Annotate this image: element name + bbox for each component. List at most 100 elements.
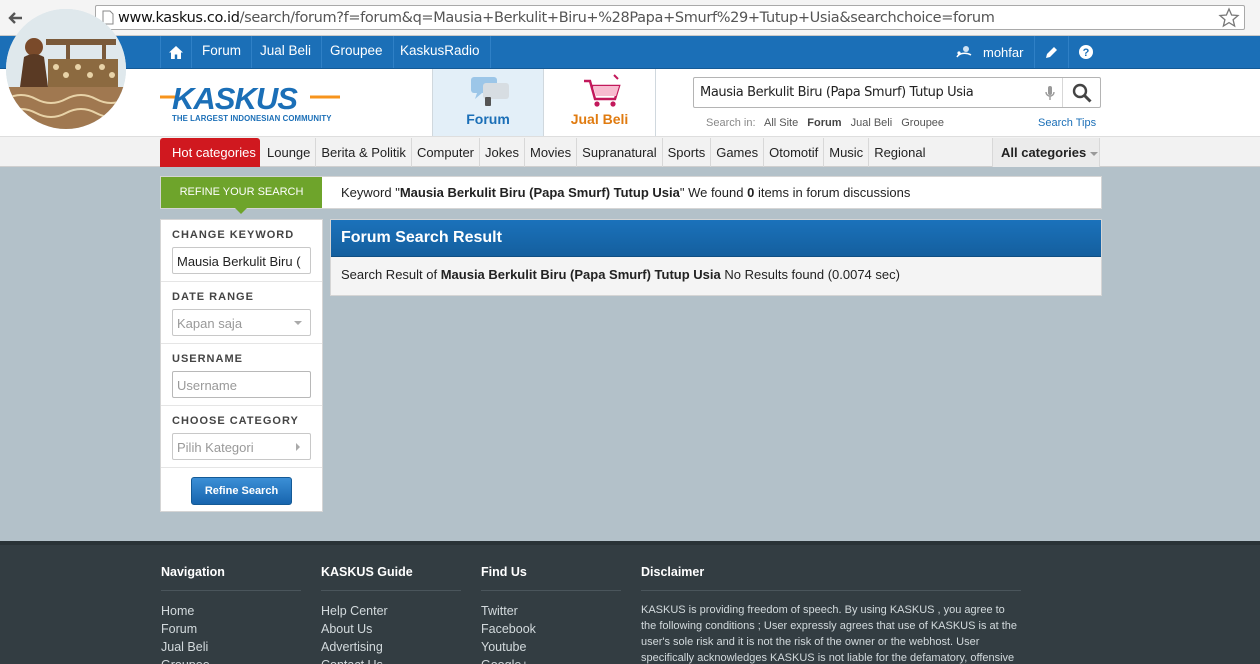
topnav-jual-beli[interactable]: Jual Beli	[250, 36, 323, 68]
batik-mascot-illustration	[6, 9, 126, 129]
footer-disclaimer-title: Disclaimer	[641, 565, 1021, 591]
home-button[interactable]	[160, 36, 192, 68]
footer-link-youtube[interactable]: Youtube	[481, 638, 621, 656]
refine-search-button[interactable]: Refine Search	[191, 477, 292, 505]
choose-category-label: CHOOSE CATEGORY	[172, 415, 299, 427]
help-button[interactable]: ?	[1068, 36, 1102, 68]
pencil-icon	[1046, 46, 1057, 58]
choose-category-section: CHOOSE CATEGORY Pilih Kategori	[161, 406, 322, 468]
all-categories-dropdown[interactable]: All categories	[992, 138, 1100, 167]
category-lounge[interactable]: Lounge	[262, 138, 317, 167]
topnav-kaskusradio[interactable]: KaskusRadio	[390, 36, 491, 68]
keyword-input[interactable]: Mausia Berkulit Biru (	[172, 247, 311, 274]
footer-guide-title: KASKUS Guide	[321, 565, 461, 591]
footer-link-jual-beli[interactable]: Jual Beli	[161, 638, 301, 656]
result-suffix: No Results found (0.0074 sec)	[720, 267, 900, 282]
result-prefix: Search Result of	[341, 267, 441, 282]
tab-jual-beli[interactable]: Jual Beli	[544, 69, 656, 136]
footer-guide: KASKUS Guide Help Center About Us Advert…	[321, 565, 461, 664]
search-in-forum[interactable]: Forum	[807, 117, 841, 129]
chevron-down-icon	[294, 321, 302, 325]
date-range-section: DATE RANGE Kapan saja	[161, 282, 322, 344]
chevron-down-icon	[1090, 151, 1099, 156]
category-list: Lounge Berita & Politik Computer Jokes M…	[262, 138, 931, 167]
topnav-forum[interactable]: Forum	[192, 36, 253, 68]
change-keyword-label: CHANGE KEYWORD	[172, 229, 295, 241]
msg-middle: " We found	[679, 185, 748, 200]
footer-link-forum[interactable]: Forum	[161, 620, 301, 638]
footer-navigation: Navigation Home Forum Jual Beli Groupee	[161, 565, 301, 664]
refine-sidebar: CHANGE KEYWORD Mausia Berkulit Biru ( DA…	[160, 219, 323, 512]
topnav-groupee[interactable]: Groupee	[320, 36, 394, 68]
top-navbar: Forum Jual Beli Groupee KaskusRadio mohf…	[0, 36, 1260, 69]
date-range-select[interactable]: Kapan saja	[172, 309, 311, 336]
search-tips-link[interactable]: Search Tips	[1038, 117, 1096, 129]
msg-suffix: items in forum discussions	[754, 185, 911, 200]
category-games[interactable]: Games	[711, 138, 765, 167]
tab-forum[interactable]: Forum	[432, 69, 544, 136]
username-input[interactable]: Username	[172, 371, 311, 398]
search-icon	[1072, 83, 1092, 103]
search-in-jual-beli[interactable]: Jual Beli	[851, 117, 893, 129]
chevron-right-icon	[296, 443, 300, 451]
username-section: USERNAME Username	[161, 344, 322, 406]
category-jokes[interactable]: Jokes	[480, 138, 525, 167]
category-select[interactable]: Pilih Kategori	[172, 433, 311, 460]
result-title: Forum Search Result	[331, 220, 1101, 257]
bookmark-star-icon[interactable]	[1218, 7, 1240, 29]
footer-link-contact-us[interactable]: Contact Us	[321, 656, 461, 664]
browser-toolbar: www.kaskus.co.id/search/forum?f=forum&q=…	[0, 0, 1260, 36]
logo-tagline: THE LARGEST INDONESIAN COMMUNITY	[172, 114, 332, 123]
category-sports[interactable]: Sports	[663, 138, 712, 167]
footer-link-google-plus[interactable]: Google+	[481, 656, 621, 664]
search-in-groupee[interactable]: Groupee	[901, 117, 944, 129]
footer-link-advertising[interactable]: Advertising	[321, 638, 461, 656]
category-movies[interactable]: Movies	[525, 138, 578, 167]
category-music[interactable]: Music	[824, 138, 870, 167]
result-message: Search Result of Mausia Berkulit Biru (P…	[331, 257, 1101, 295]
microphone-icon[interactable]	[1044, 85, 1056, 101]
date-range-label: DATE RANGE	[172, 291, 254, 303]
footer-link-about-us[interactable]: About Us	[321, 620, 461, 638]
username-label: USERNAME	[172, 353, 243, 365]
msg-keyword: Mausia Berkulit Biru (Papa Smurf) Tutup …	[399, 185, 680, 200]
refine-your-search-label: REFINE YOUR SEARCH	[161, 177, 322, 214]
shopping-cart-icon	[584, 74, 621, 107]
home-icon	[169, 45, 183, 59]
forum-chat-icon	[471, 77, 509, 106]
category-berita-politik[interactable]: Berita & Politik	[316, 138, 412, 167]
category-supranatural[interactable]: Supranatural	[577, 138, 663, 167]
footer-link-home[interactable]: Home	[161, 602, 301, 620]
forum-search-result-panel: Forum Search Result Search Result of Mau…	[330, 219, 1102, 296]
search-input[interactable]: Mausia Berkulit Biru (Papa Smurf) Tutup …	[700, 85, 974, 100]
svg-text:KASKUS: KASKUS	[172, 83, 298, 113]
user-avatar-icon	[956, 46, 972, 58]
footer-find-us-title: Find Us	[481, 565, 621, 591]
footer-link-groupee[interactable]: Groupee	[161, 656, 301, 664]
footer-link-help-center[interactable]: Help Center	[321, 602, 461, 620]
user-menu[interactable]: mohfar	[955, 36, 1023, 68]
msg-prefix: Keyword "	[341, 185, 400, 200]
footer-link-twitter[interactable]: Twitter	[481, 602, 621, 620]
url-text: www.kaskus.co.id/search/forum?f=forum&q=…	[118, 10, 995, 26]
search-box[interactable]: Mausia Berkulit Biru (Papa Smurf) Tutup …	[693, 77, 1101, 108]
kaskus-wordmark-icon: KASKUS	[160, 83, 340, 113]
kaskus-logo[interactable]: KASKUS THE LARGEST INDONESIAN COMMUNITY	[160, 83, 342, 123]
category-otomotif[interactable]: Otomotif	[764, 138, 825, 167]
down-pointer-icon	[235, 208, 247, 214]
result-keyword: Mausia Berkulit Biru (Papa Smurf) Tutup …	[440, 267, 721, 282]
category-computer[interactable]: Computer	[412, 138, 481, 167]
search-button[interactable]	[1062, 78, 1100, 107]
category-regional[interactable]: Regional	[869, 138, 930, 167]
search-in-options: Search in: All Site Forum Jual Beli Grou…	[706, 117, 950, 129]
help-icon: ?	[1078, 45, 1093, 59]
edit-button[interactable]	[1034, 36, 1068, 68]
footer-link-facebook[interactable]: Facebook	[481, 620, 621, 638]
date-range-value: Kapan saja	[177, 316, 243, 331]
all-categories-label: All categories	[1001, 145, 1087, 160]
hot-categories-tab[interactable]: Hot categories	[160, 138, 260, 167]
address-bar[interactable]: www.kaskus.co.id/search/forum?f=forum&q=…	[95, 5, 1245, 30]
search-in-all-site[interactable]: All Site	[764, 117, 798, 129]
tab-jual-beli-label: Jual Beli	[570, 111, 629, 127]
search-in-label: Search in:	[706, 117, 756, 129]
